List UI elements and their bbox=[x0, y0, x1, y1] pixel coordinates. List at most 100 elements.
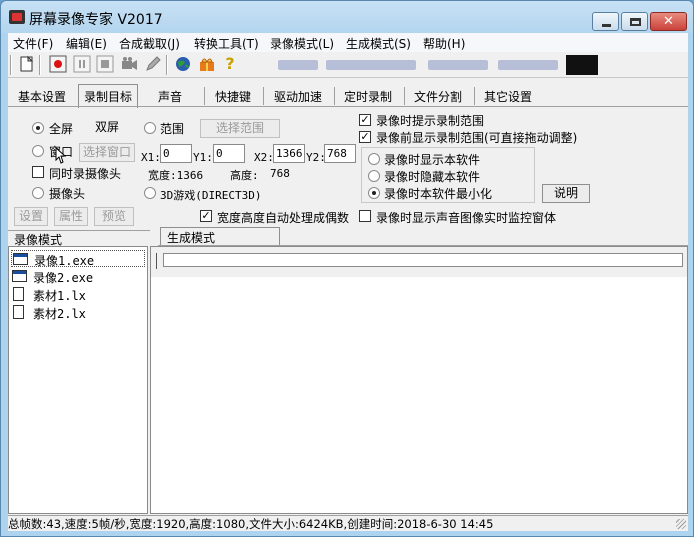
generate-mode-pane bbox=[150, 246, 688, 514]
menu-compose[interactable]: 合成截取(J) bbox=[119, 35, 180, 52]
show-range-before-checkbox[interactable]: ✓ bbox=[359, 131, 371, 143]
menu-convert-tools[interactable]: 转换工具(T) bbox=[194, 35, 259, 52]
tab-generate-mode[interactable]: 生成模式 bbox=[160, 227, 280, 245]
y2-label: Y2: bbox=[306, 151, 326, 164]
x1-label: X1: bbox=[141, 151, 161, 164]
stop-icon[interactable] bbox=[96, 55, 114, 73]
resize-grip[interactable] bbox=[676, 519, 686, 529]
pen-icon[interactable] bbox=[144, 55, 162, 73]
tab-scheduled-record[interactable]: 定时录制 bbox=[344, 85, 392, 107]
status-bar: 总帧数:43,速度:5帧/秒,宽度:1920,高度:1080,文件大小:6424… bbox=[8, 515, 688, 531]
new-document-icon[interactable] bbox=[18, 55, 36, 73]
exe-window-icon bbox=[13, 253, 28, 265]
camera-icon[interactable] bbox=[120, 55, 138, 73]
tab-sound[interactable]: 声音 bbox=[158, 85, 182, 107]
list-item-label: 素材2.lx bbox=[33, 307, 86, 321]
menu-file[interactable]: 文件(F) bbox=[13, 35, 53, 52]
show-range-before-label: 录像前显示录制范围(可直接拖动调整) bbox=[376, 131, 578, 145]
game-3d-label: 3D游戏(DIRECT3D) bbox=[160, 189, 262, 202]
x2-input[interactable]: 1366 bbox=[273, 144, 305, 163]
list-item-label: 素材1.lx bbox=[33, 289, 86, 303]
close-button[interactable]: ✕ bbox=[650, 12, 687, 31]
tab-separator bbox=[204, 87, 205, 105]
minimize-software-label: 录像时本软件最小化 bbox=[384, 187, 493, 201]
y2-input[interactable]: 768 bbox=[324, 144, 356, 163]
list-item[interactable]: 素材2.lx bbox=[11, 304, 145, 321]
monitor-window-checkbox[interactable] bbox=[359, 210, 371, 222]
menu-bar: 文件(F) 编辑(E) 合成截取(J) 转换工具(T) 录像模式(L) 生成模式… bbox=[8, 33, 688, 52]
x2-label: X2: bbox=[254, 151, 274, 164]
mouse-cursor-icon bbox=[55, 147, 67, 164]
menu-help[interactable]: 帮助(H) bbox=[423, 35, 465, 52]
camera-radio[interactable] bbox=[32, 187, 44, 199]
minimize-software-radio[interactable] bbox=[368, 187, 380, 199]
pause-icon[interactable] bbox=[73, 55, 91, 73]
maximize-button[interactable] bbox=[621, 12, 648, 31]
record-icon[interactable] bbox=[49, 55, 67, 73]
tab-separator bbox=[404, 87, 405, 105]
list-item-label: 录像1.exe bbox=[34, 254, 95, 268]
minimize-button[interactable] bbox=[592, 12, 619, 31]
hint-range-checkbox[interactable]: ✓ bbox=[359, 114, 371, 126]
x1-input[interactable]: 0 bbox=[160, 144, 192, 163]
menu-edit[interactable]: 编辑(E) bbox=[66, 35, 107, 52]
tab-file-split[interactable]: 文件分割 bbox=[414, 85, 462, 107]
gift-icon[interactable] bbox=[198, 55, 216, 73]
dual-screen-button[interactable]: 双屏 bbox=[88, 119, 126, 138]
help-icon[interactable]: ? bbox=[221, 55, 239, 73]
client-area: 文件(F) 编辑(E) 合成截取(J) 转换工具(T) 录像模式(L) 生成模式… bbox=[8, 33, 688, 531]
range-radio[interactable] bbox=[144, 122, 156, 134]
settings-button[interactable]: 设置 bbox=[14, 207, 48, 226]
game-3d-radio[interactable] bbox=[144, 187, 156, 199]
redacted-region bbox=[326, 60, 416, 70]
even-size-label: 宽度高度自动处理成偶数 bbox=[217, 211, 350, 225]
window-radio[interactable] bbox=[32, 145, 44, 157]
y1-input[interactable]: 0 bbox=[213, 144, 245, 163]
y1-label: Y1: bbox=[193, 151, 213, 164]
tab-other-settings[interactable]: 其它设置 bbox=[484, 85, 532, 107]
timeline-slider[interactable] bbox=[163, 253, 683, 267]
camera-label: 摄像头 bbox=[49, 187, 86, 201]
list-item[interactable]: 录像2.exe bbox=[11, 268, 145, 285]
explain-button[interactable]: 说明 bbox=[542, 184, 590, 203]
tab-basic-settings[interactable]: 基本设置 bbox=[18, 85, 66, 107]
globe-icon[interactable] bbox=[174, 55, 192, 73]
list-item[interactable]: 素材1.lx bbox=[11, 286, 145, 303]
close-icon: ✕ bbox=[663, 14, 674, 29]
app-window: 屏幕录像专家 V2017 ✕ 文件(F) 编辑(E) 合成截取(J) 转换工具(… bbox=[0, 0, 694, 537]
timeline-area bbox=[151, 247, 687, 277]
show-software-label: 录像时显示本软件 bbox=[384, 153, 481, 167]
height-label: 高度: bbox=[230, 169, 259, 182]
width-readout: 宽度:1366 bbox=[148, 169, 204, 182]
title-bar[interactable]: 屏幕录像专家 V2017 ✕ bbox=[1, 1, 693, 33]
tab-record-target[interactable]: 录制目标 bbox=[78, 84, 139, 108]
preview-button[interactable]: 预览 bbox=[94, 207, 134, 226]
record-camera-too-label: 同时录摄像头 bbox=[49, 167, 122, 181]
tab-driver-accel[interactable]: 驱动加速 bbox=[274, 85, 322, 107]
tab-hotkeys[interactable]: 快捷键 bbox=[215, 85, 251, 107]
show-software-radio[interactable] bbox=[368, 153, 380, 165]
fullscreen-radio[interactable] bbox=[32, 122, 44, 134]
timeline-slider-thumb[interactable] bbox=[156, 253, 162, 269]
app-logo-icon bbox=[9, 10, 25, 24]
maximize-icon bbox=[630, 18, 641, 26]
status-text: 总帧数:43,速度:5帧/秒,宽度:1920,高度:1080,文件大小:6424… bbox=[8, 517, 494, 531]
even-size-checkbox[interactable]: ✓ bbox=[200, 210, 212, 222]
toolbar-grip bbox=[10, 55, 12, 75]
redacted-region bbox=[566, 55, 598, 75]
select-window-button[interactable]: 选择窗口 bbox=[79, 143, 135, 162]
record-camera-too-checkbox[interactable] bbox=[32, 166, 44, 178]
record-mode-header: 录像模式 bbox=[8, 230, 150, 247]
list-item[interactable]: 录像1.exe bbox=[11, 250, 145, 268]
toolbar-separator bbox=[166, 55, 168, 75]
document-icon bbox=[13, 305, 24, 319]
hide-software-radio[interactable] bbox=[368, 170, 380, 182]
menu-record-mode[interactable]: 录像模式(L) bbox=[270, 35, 334, 52]
redacted-region bbox=[428, 60, 488, 70]
menu-generate-mode[interactable]: 生成模式(S) bbox=[346, 35, 411, 52]
fullscreen-label: 全屏 bbox=[49, 122, 74, 136]
properties-button[interactable]: 属性 bbox=[54, 207, 88, 226]
toolbar-separator bbox=[39, 55, 41, 75]
record-target-panel: 全屏 双屏 范围 选择范围 窗口 选择窗口 X1: 0 Y1: 0 X2: 13… bbox=[8, 106, 688, 231]
select-range-button[interactable]: 选择范围 bbox=[200, 119, 280, 138]
